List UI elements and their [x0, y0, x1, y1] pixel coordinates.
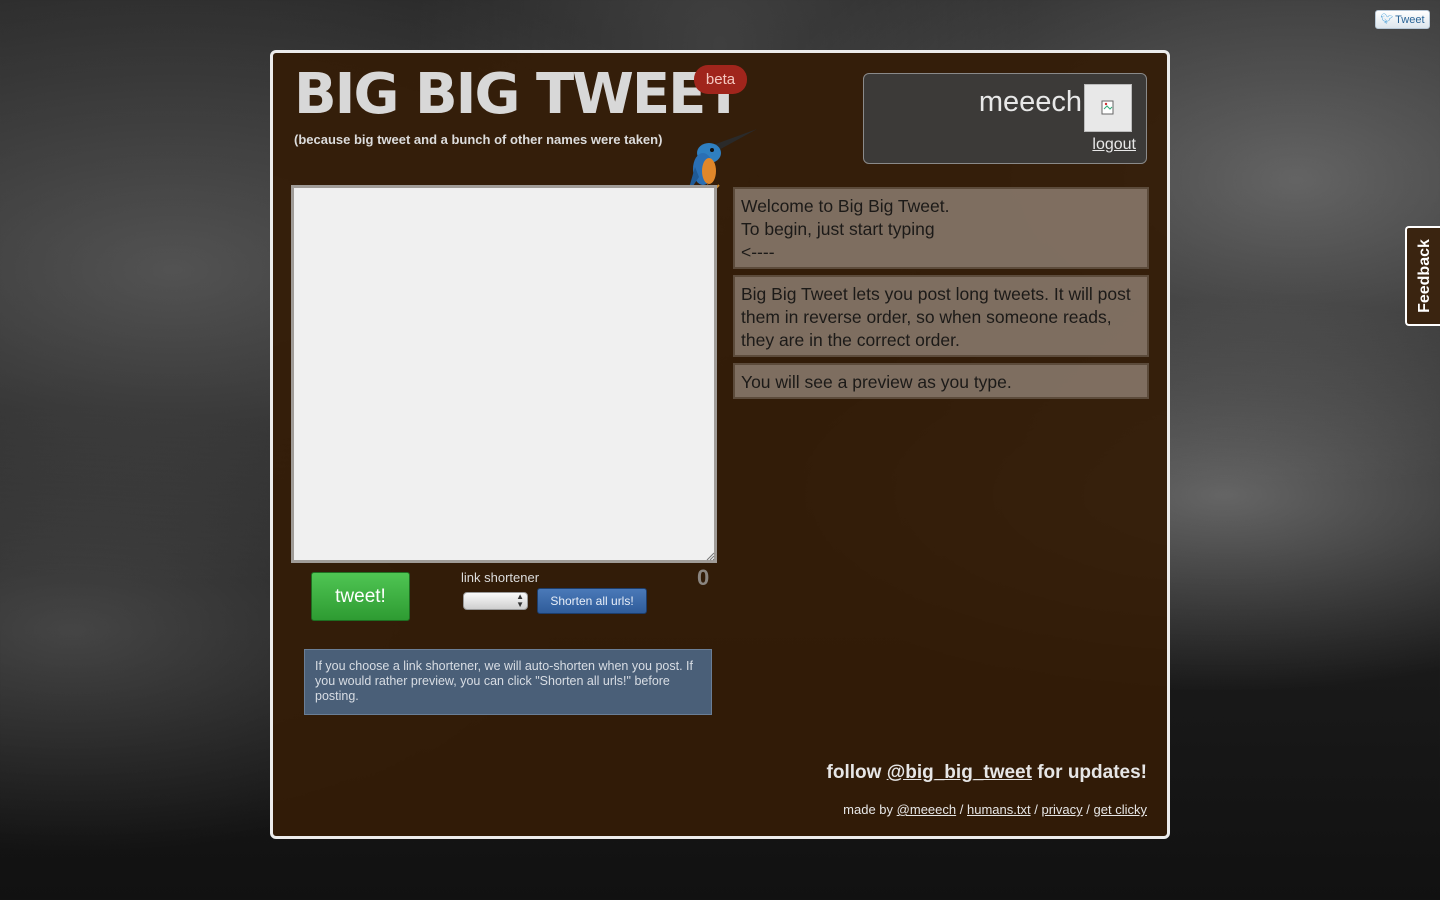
feedback-tab[interactable]: Feedback — [1405, 226, 1440, 326]
author-link[interactable]: @meeech — [897, 802, 956, 817]
message-line: You will see a preview as you type. — [741, 372, 1012, 392]
site-logo[interactable]: BIG BIG TWEET — [294, 67, 743, 123]
message-line: <---- — [741, 242, 775, 262]
feedback-label: Feedback — [1416, 239, 1433, 313]
tweet-share-label: Tweet — [1395, 13, 1425, 26]
follow-suffix: for updates! — [1037, 762, 1147, 783]
follow-banner: follow @big_big_tweet for updates! — [827, 762, 1147, 784]
separator: / — [1086, 802, 1090, 817]
logout-link[interactable]: logout — [1092, 136, 1136, 154]
humans-link[interactable]: humans.txt — [967, 802, 1031, 817]
message-line: To begin, just start typing — [741, 219, 935, 239]
get-clicky-link[interactable]: get clicky — [1094, 802, 1147, 817]
tweet-submit-button[interactable]: tweet! — [311, 572, 410, 621]
main-panel: BIG BIG TWEET beta (because big tweet an… — [270, 50, 1170, 839]
made-by-text: made by — [843, 802, 894, 817]
message-line: Welcome to Big Big Tweet. — [741, 196, 950, 216]
message-preview: You will see a preview as you type. — [733, 363, 1149, 399]
username: meeech — [978, 86, 1082, 118]
footer-credits: made by @meeech / humans.txt / privacy /… — [843, 802, 1147, 817]
character-count: 0 — [697, 565, 710, 590]
resize-grip-icon[interactable] — [705, 551, 715, 561]
tagline: (because big tweet and a bunch of other … — [294, 132, 663, 147]
beta-badge: beta — [694, 65, 747, 94]
avatar[interactable] — [1084, 84, 1132, 132]
privacy-link[interactable]: privacy — [1041, 802, 1082, 817]
follow-handle-link[interactable]: @big_big_tweet — [887, 762, 1032, 783]
message-line: Big Big Tweet lets you post long tweets.… — [741, 284, 1131, 350]
select-arrows-icon: ▲ ▼ — [516, 592, 524, 609]
tweet-text-editor[interactable] — [291, 185, 717, 563]
tweet-share-button[interactable]: 🐦︎ Tweet — [1375, 10, 1430, 29]
follow-prefix: follow — [826, 762, 882, 783]
message-about: Big Big Tweet lets you post long tweets.… — [733, 275, 1149, 357]
shorten-all-urls-button[interactable]: Shorten all urls! — [537, 588, 647, 614]
separator: / — [959, 802, 964, 817]
link-shortener-label: link shortener — [461, 570, 540, 585]
link-shortener-select[interactable]: ▲ ▼ — [463, 592, 528, 610]
user-box: meeech logout — [863, 73, 1147, 164]
message-welcome: Welcome to Big Big Tweet. To begin, just… — [733, 187, 1149, 269]
shortener-info-box: If you choose a link shortener, we will … — [304, 649, 712, 715]
broken-image-icon — [1101, 100, 1114, 115]
twitter-bird-icon: 🐦︎ — [1380, 14, 1394, 25]
separator: / — [1034, 802, 1038, 817]
